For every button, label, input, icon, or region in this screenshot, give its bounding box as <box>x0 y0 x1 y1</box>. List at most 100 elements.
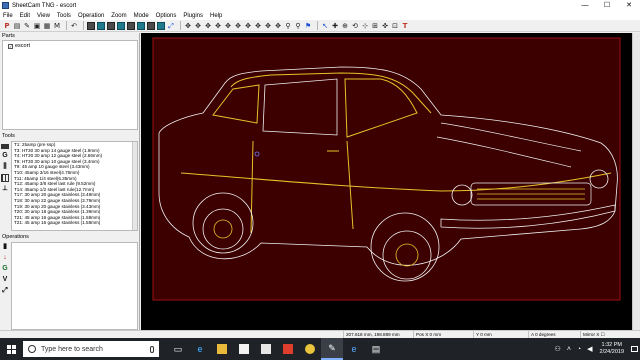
menu-help[interactable]: Help <box>210 13 222 19</box>
start-point-icon[interactable]: ✜ <box>381 22 389 30</box>
grid-icon[interactable]: ▦ <box>43 22 51 30</box>
origin-left-icon[interactable]: ✥ <box>244 22 252 30</box>
canvas-scrollbar[interactable] <box>632 33 640 330</box>
volume-icon[interactable]: ◀ <box>587 345 592 353</box>
file-explorer-icon[interactable] <box>211 338 233 360</box>
maximize-button[interactable]: ☐ <box>596 0 618 11</box>
tool-row[interactable]: T21: 45 amp 16 gauge stainless (1.58mm) <box>12 220 137 226</box>
rotate-icon[interactable]: ⟲ <box>351 22 359 30</box>
text-icon[interactable]: T <box>401 22 409 30</box>
mirror-toggle[interactable]: Mirror X ☐ <box>580 331 640 338</box>
tools-side-toolbar: G ⫼ ⟂ <box>1 142 10 196</box>
toolbar-divider <box>83 21 84 30</box>
sheetcam-task-icon[interactable]: ✎ <box>321 338 343 360</box>
operations-panel-title: Operations <box>2 234 29 240</box>
vcarve-op-icon[interactable]: V <box>1 276 9 284</box>
router-tool-icon[interactable]: G <box>1 152 9 160</box>
operations-list[interactable] <box>11 242 138 330</box>
show-hidden-icons[interactable]: ˄ <box>567 346 571 353</box>
operations-side-toolbar: ▮ ↓ G V ⤢ <box>1 243 10 298</box>
windows-taskbar: Type here to search ▭ e ✎ e ▤ ⚇ ˄ ◔ ◀ 1:… <box>0 338 640 360</box>
plasma-tool-icon[interactable] <box>1 144 9 149</box>
menu-plugins[interactable]: Plugins <box>183 13 203 19</box>
origin-tl-icon[interactable]: ✥ <box>194 22 202 30</box>
ie-icon[interactable]: e <box>343 338 365 360</box>
menu-view[interactable]: View <box>37 13 50 19</box>
part-checkbox[interactable]: ✓ <box>8 43 13 49</box>
chrome-icon[interactable] <box>299 338 321 360</box>
parts-tree[interactable]: ✓ escort <box>2 40 138 130</box>
move-icon[interactable]: ⊕ <box>341 22 349 30</box>
minimize-button[interactable]: — <box>574 0 596 11</box>
origin-icon[interactable]: ✥ <box>184 22 192 30</box>
open-icon[interactable]: ▤ <box>13 22 21 30</box>
origin-top-icon[interactable]: ✥ <box>264 22 272 30</box>
view-iso-icon[interactable] <box>127 21 135 30</box>
pan-icon[interactable]: ✚ <box>331 22 339 30</box>
flip-icon[interactable]: ⚲ <box>294 22 302 30</box>
task-view-icon[interactable]: ▭ <box>167 338 189 360</box>
drill-tool-icon[interactable]: ⫼ <box>1 163 9 171</box>
engrave-tool-icon[interactable]: ⟂ <box>1 185 9 193</box>
align-icon[interactable]: ⊹ <box>361 22 369 30</box>
plasma-op-icon[interactable]: ▮ <box>1 243 9 251</box>
menu-mode[interactable]: Mode <box>134 13 149 19</box>
toolbar-divider <box>66 21 67 30</box>
gcode-op-icon[interactable]: G <box>1 265 9 273</box>
notifications-icon[interactable] <box>628 338 640 360</box>
taskbar-search[interactable]: Type here to search <box>23 341 159 357</box>
menu-zoom[interactable]: Zoom <box>111 13 126 19</box>
tree-item-escort[interactable]: ✓ escort <box>3 43 137 49</box>
origin-br-icon[interactable]: ✥ <box>224 22 232 30</box>
view-fit-icon[interactable] <box>147 21 155 30</box>
menu-edit[interactable]: Edit <box>20 13 30 19</box>
origin-center-icon[interactable]: ✥ <box>234 22 242 30</box>
node-icon[interactable]: ⚲ <box>284 22 292 30</box>
drill-op-icon[interactable]: ↓ <box>1 254 9 262</box>
view-top-icon[interactable] <box>97 21 105 30</box>
parts-panel: Parts ✓ escort <box>0 33 140 132</box>
machine-icon[interactable]: M <box>53 22 61 30</box>
view-icon[interactable] <box>87 21 95 30</box>
menu-tools[interactable]: Tools <box>57 13 71 19</box>
close-button[interactable]: ✕ <box>618 0 640 11</box>
menu-operation[interactable]: Operation <box>78 13 104 19</box>
tools-list[interactable]: T1: 25amp (pre ssp) T3: HT30 30 amp 14 g… <box>11 141 138 231</box>
tools-scrollbar[interactable] <box>132 142 137 230</box>
mail-icon[interactable] <box>255 338 277 360</box>
post-icon[interactable]: P <box>3 22 11 30</box>
view-zoom-icon[interactable] <box>157 21 165 30</box>
operations-panel: Operations ▮ ↓ G V ⤢ <box>0 234 140 330</box>
origin-bl-icon[interactable]: ✥ <box>214 22 222 30</box>
nest-icon[interactable]: ⊡ <box>391 22 399 30</box>
start-button[interactable] <box>0 338 22 360</box>
people-icon[interactable]: ⚇ <box>555 345 561 353</box>
wifi-icon[interactable]: ◔ <box>577 346 581 353</box>
drawing-canvas[interactable] <box>141 33 632 330</box>
cursor-coords: 207.618 mm, 198.889 mm <box>343 331 413 338</box>
measure-icon[interactable]: ⤢ <box>167 22 175 30</box>
view-side-icon[interactable] <box>117 21 125 30</box>
edit-icon[interactable]: ✎ <box>23 22 31 30</box>
origin-bottom-icon[interactable]: ✥ <box>274 22 282 30</box>
taskbar-clock[interactable]: 1:32 PM 2/24/2019 <box>600 342 624 356</box>
tool-table-icon[interactable] <box>1 174 9 182</box>
menu-options[interactable]: Options <box>156 13 177 19</box>
save-icon[interactable]: ▣ <box>33 22 41 30</box>
toolbar-divider <box>317 21 318 30</box>
menu-file[interactable]: File <box>3 13 13 19</box>
view-3d-icon[interactable] <box>137 21 145 30</box>
media-icon[interactable] <box>277 338 299 360</box>
edge-icon[interactable]: e <box>189 338 211 360</box>
microphone-icon[interactable] <box>150 345 154 353</box>
bookmark-icon[interactable]: ⚑ <box>304 22 312 30</box>
select-pointer-icon[interactable]: ↖ <box>321 22 329 30</box>
undo-icon[interactable]: ↶ <box>70 22 78 30</box>
app-task-icon[interactable]: ▤ <box>365 338 387 360</box>
view-front-icon[interactable] <box>107 21 115 30</box>
path-op-icon[interactable]: ⤢ <box>1 287 9 295</box>
store-icon[interactable] <box>233 338 255 360</box>
origin-right-icon[interactable]: ✥ <box>254 22 262 30</box>
origin-tr-icon[interactable]: ✥ <box>204 22 212 30</box>
array-icon[interactable]: ⊞ <box>371 22 379 30</box>
